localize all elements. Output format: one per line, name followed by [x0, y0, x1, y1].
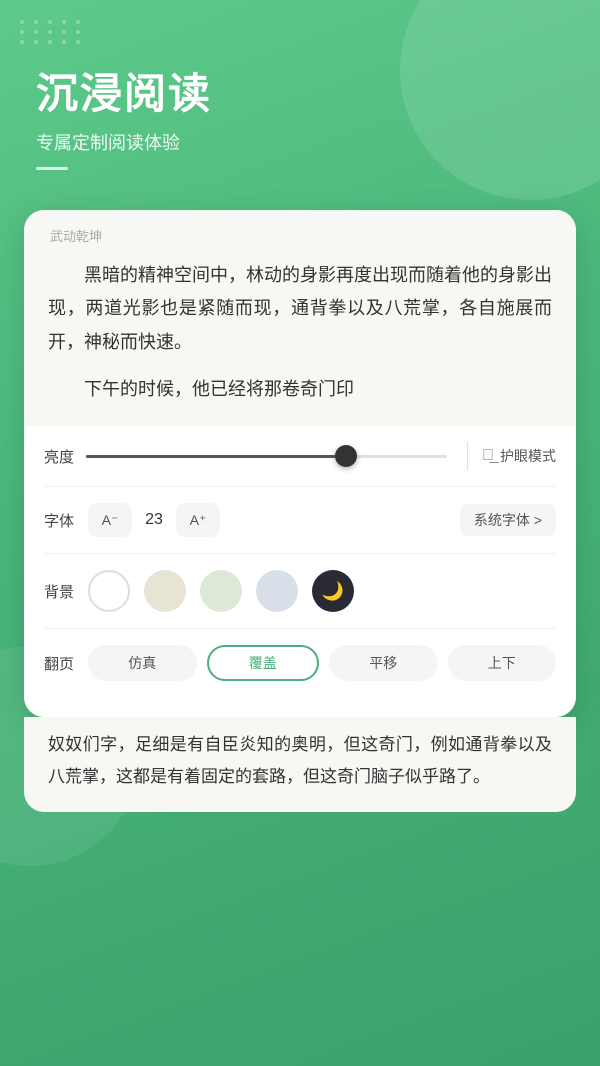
bg-light-blue[interactable] [256, 570, 298, 612]
pageturn-simulate[interactable]: 仿真 [88, 645, 197, 681]
bg-beige[interactable] [144, 570, 186, 612]
background-row: 背景 🌙 [44, 554, 556, 629]
pageturn-scroll[interactable]: 上下 [448, 645, 557, 681]
page-subtitle: 专属定制阅读体验 [36, 129, 564, 155]
font-label: 字体 [44, 510, 80, 531]
main-card: 武动乾坤 黑暗的精神空间中，林动的身影再度出现而随着他的身影出现，两道光影也是紧… [24, 210, 576, 717]
brightness-container [80, 455, 453, 458]
font-decrease-button[interactable]: A⁻ [88, 503, 132, 537]
bg-dark[interactable]: 🌙 [312, 570, 354, 612]
book-paragraph-1: 黑暗的精神空间中，林动的身影再度出现而随着他的身影出现，两道光影也是紧随而现，通… [48, 259, 552, 359]
book-content: 黑暗的精神空间中，林动的身影再度出现而随着他的身影出现，两道光影也是紧随而现，通… [48, 259, 552, 406]
reading-area: 武动乾坤 黑暗的精神空间中，林动的身影再度出现而随着他的身影出现，两道光影也是紧… [24, 210, 576, 426]
brightness-row: 亮度 〜̲ 护眼模式 [44, 426, 556, 487]
header: 沉浸阅读 专属定制阅读体验 [0, 0, 600, 200]
bg-label: 背景 [44, 581, 80, 602]
brightness-slider-fill [86, 455, 346, 458]
moon-icon: 🌙 [322, 581, 344, 602]
pageturn-slide[interactable]: 平移 [329, 645, 438, 681]
eye-mode-label: 护眼模式 [500, 446, 556, 466]
bg-light-green[interactable] [200, 570, 242, 612]
pageturn-options: 仿真 覆盖 平移 上下 [88, 645, 556, 681]
header-line [36, 167, 68, 170]
book-paragraph-2: 下午的时候，他已经将那卷奇门印 [48, 373, 552, 406]
font-increase-button[interactable]: A⁺ [176, 503, 220, 537]
font-family-button[interactable]: 系统字体 > [460, 504, 556, 536]
bg-white[interactable] [88, 570, 130, 612]
font-row: 字体 A⁻ 23 A⁺ 系统字体 > [44, 487, 556, 554]
pageturn-cover[interactable]: 覆盖 [207, 645, 320, 681]
brightness-divider [467, 442, 468, 470]
book-title: 武动乾坤 [48, 226, 552, 245]
font-controls: A⁻ 23 A⁺ 系统字体 > [88, 503, 556, 537]
page-title: 沉浸阅读 [36, 60, 564, 121]
brightness-label: 亮度 [44, 446, 80, 467]
bg-options: 🌙 [88, 570, 556, 612]
eye-icon: 〜̲ [482, 447, 494, 465]
brightness-slider-thumb[interactable] [335, 445, 357, 467]
bottom-reading-area: 奴奴们字，足细是有自臣炎知的奥明，但这奇门，例如通背拳以及八荒掌，这都是有着固定… [24, 717, 576, 812]
brightness-slider-track[interactable] [86, 455, 447, 458]
eye-mode[interactable]: 〜̲ 护眼模式 [482, 446, 556, 466]
pageturn-row: 翻页 仿真 覆盖 平移 上下 [44, 629, 556, 697]
font-size-display: 23 [142, 511, 166, 529]
settings-panel: 亮度 〜̲ 护眼模式 字体 A⁻ 23 A⁺ [24, 426, 576, 717]
bottom-text-content: 奴奴们字，足细是有自臣炎知的奥明，但这奇门，例如通背拳以及八荒掌，这都是有着固定… [48, 735, 552, 785]
pageturn-label: 翻页 [44, 653, 80, 674]
